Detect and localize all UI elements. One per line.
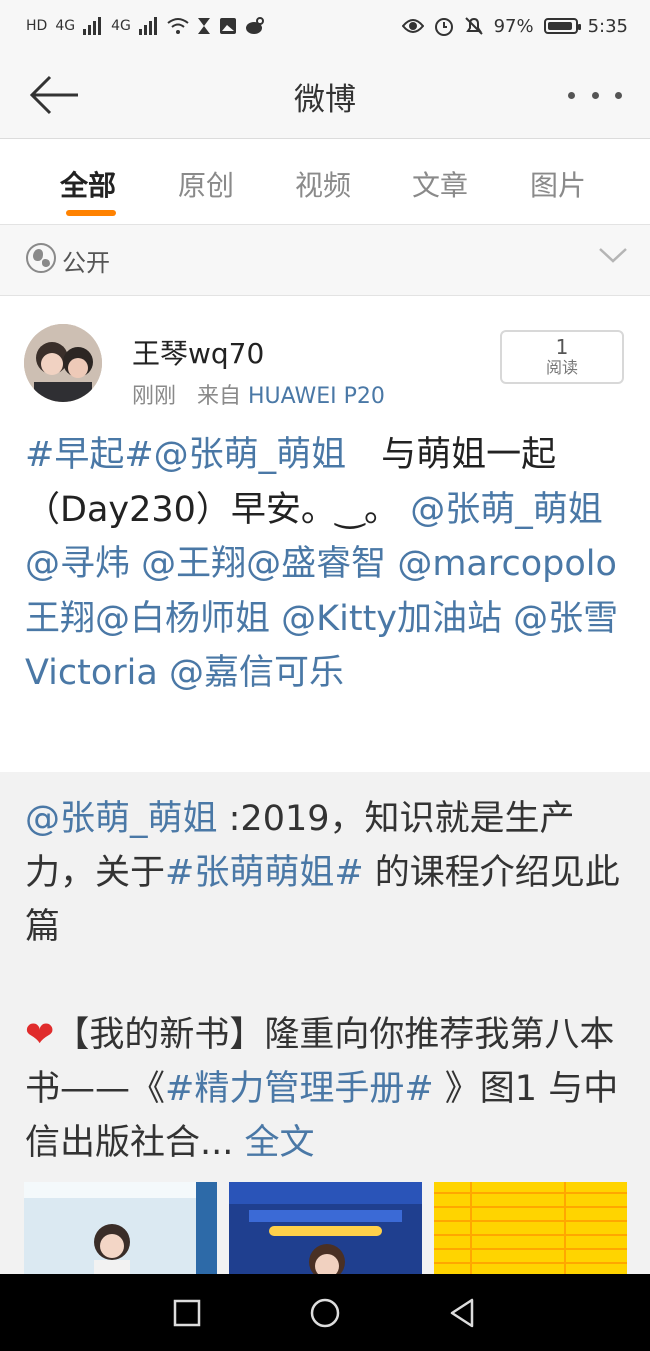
tab-original[interactable]: 原创: [178, 164, 234, 204]
visibility-selector[interactable]: 公开: [0, 225, 650, 296]
mention-link[interactable]: @张萌_萌姐: [410, 490, 603, 530]
status-time: 5:35: [587, 15, 628, 37]
chevron-down-icon: [599, 248, 627, 263]
globe-icon: [26, 243, 56, 273]
post-meta: 刚刚 来自 HUAWEI P20: [132, 378, 385, 410]
content-tabs: 全部 原创 视频 文章 图片: [0, 140, 650, 225]
hashtag-link[interactable]: #早起#: [25, 435, 154, 475]
home-icon[interactable]: [308, 1296, 342, 1330]
visibility-label: 公开: [62, 249, 110, 277]
course-poster-image: [229, 1182, 422, 1274]
full-text-link[interactable]: 全文: [245, 1123, 315, 1163]
tab-video[interactable]: 视频: [295, 164, 351, 204]
signal-icon-2: [138, 17, 157, 35]
top-navigation-bar: 微博: [0, 52, 650, 139]
tab-images[interactable]: 图片: [530, 164, 586, 204]
back-triangle-icon[interactable]: [446, 1296, 480, 1330]
dot-icon: [568, 91, 575, 99]
mention-link[interactable]: @寻炜: [25, 544, 130, 584]
status-left: HD 4G 4G: [26, 10, 265, 42]
tab-all[interactable]: 全部: [60, 164, 116, 204]
recent-apps-icon[interactable]: [170, 1296, 204, 1330]
post-time: 刚刚: [132, 384, 177, 409]
post-source[interactable]: HUAWEI P20: [248, 384, 385, 409]
schedule-table-image: [434, 1182, 627, 1274]
weibo-icon: [245, 17, 264, 34]
read-label: 阅读: [545, 358, 578, 377]
tab-article[interactable]: 文章: [412, 164, 468, 204]
status-right: 97% 5:35: [401, 10, 628, 42]
hd-label: HD: [26, 18, 48, 34]
mention-link[interactable]: @张萌_萌姐: [25, 799, 218, 839]
post-from-label: 来自: [197, 384, 242, 409]
more-options-button[interactable]: [568, 78, 622, 112]
eye-icon: [401, 19, 424, 33]
signal-icon: [83, 17, 102, 35]
heart-icon: ❤: [25, 1015, 55, 1055]
mention-link[interactable]: @白杨师姐: [95, 599, 270, 639]
hourglass-icon: [197, 18, 210, 34]
status-bar: HD 4G 4G 97% 5:35: [0, 0, 650, 52]
image-strip: [24, 1182, 628, 1274]
image-thumbnail-3[interactable]: [434, 1182, 627, 1274]
book-cover-image: [24, 1182, 217, 1274]
post-header: 王琴wq70 刚刚 来自 HUAWEI P20 1 阅读: [0, 296, 650, 416]
battery-percent: 97%: [493, 15, 534, 37]
repost-text: @张萌_萌姐 :2019，知识就是生产力，关于#张萌萌姐# 的课程介绍见此篇 ❤【…: [25, 792, 625, 1170]
active-tab-indicator: [66, 210, 116, 216]
image-thumbnail-1[interactable]: [24, 1182, 217, 1274]
page-title: 微博: [294, 82, 356, 118]
battery-icon: [543, 18, 581, 34]
post-body: #早起#@张萌_萌姐 与萌姐一起（Day230）早安。‿。 @张萌_萌姐 @寻炜…: [25, 428, 625, 701]
mention-link[interactable]: @盛睿智: [246, 544, 386, 584]
wifi-icon: [167, 18, 189, 34]
image-thumbnail-2[interactable]: [229, 1182, 422, 1274]
avatar-image: [24, 324, 102, 402]
read-count: 1: [555, 335, 569, 359]
reposted-content[interactable]: @张萌_萌姐 :2019，知识就是生产力，关于#张萌萌姐# 的课程介绍见此篇 ❤【…: [0, 772, 650, 1274]
mention-link[interactable]: @嘉信可乐: [169, 653, 344, 693]
mention-link[interactable]: @张萌_萌姐: [154, 435, 347, 475]
mention-link[interactable]: @王翔: [141, 544, 246, 584]
system-navigation-bar: [0, 1274, 650, 1351]
dot-icon: [591, 91, 599, 99]
post-username[interactable]: 王琴wq70: [132, 332, 264, 372]
image-icon: [219, 18, 236, 34]
alarm-icon: [434, 18, 453, 36]
signal-label-1: 4G: [55, 18, 76, 34]
hashtag-link[interactable]: #张萌萌姐#: [165, 853, 364, 893]
dot-icon: [615, 91, 622, 99]
signal-label-2: 4G: [111, 18, 131, 34]
mute-bell-icon: [464, 17, 483, 35]
hashtag-link[interactable]: #精力管理手册#: [165, 1069, 434, 1109]
avatar[interactable]: [24, 324, 102, 402]
read-count-badge: 1 阅读: [500, 330, 624, 384]
mention-link[interactable]: @Kitty加油站: [281, 599, 502, 639]
